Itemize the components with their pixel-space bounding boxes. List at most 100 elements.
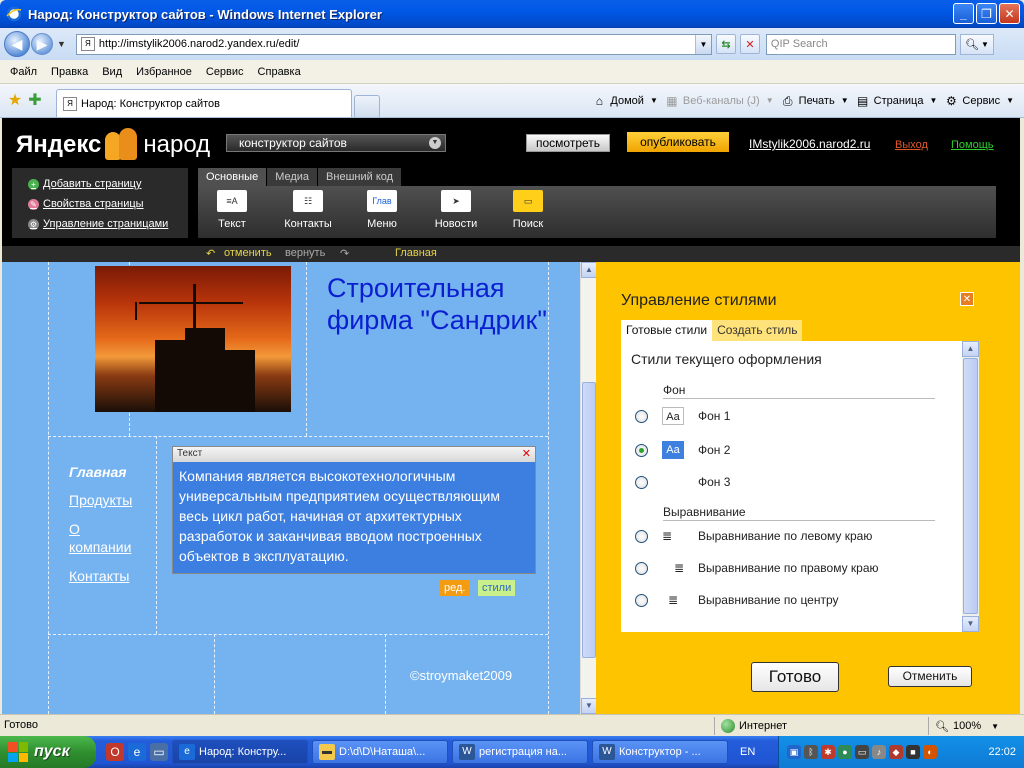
home-dropdown-icon[interactable]: ▼ (650, 96, 658, 105)
favorites-star-icon[interactable]: ★ (6, 92, 24, 110)
forward-button[interactable]: ▶ (31, 33, 53, 55)
help-link[interactable]: Помощь (951, 139, 994, 151)
radio-align-center[interactable] (635, 593, 648, 607)
menu-favorites[interactable]: Избранное (136, 66, 192, 78)
menu-tools[interactable]: Сервис (206, 66, 244, 78)
tool-news[interactable]: ➤ Новости (426, 190, 486, 230)
tool-menu[interactable]: Глав Меню (352, 190, 412, 230)
yandex-narod-logo[interactable]: Яндекс народ (16, 128, 210, 162)
refresh-button[interactable]: ⇆ (715, 34, 736, 54)
menu-view[interactable]: Вид (102, 66, 122, 78)
style-scroll-down-icon[interactable]: ▼ (962, 616, 979, 632)
undo-button[interactable]: отменить (224, 247, 272, 259)
ie-quicklaunch-icon[interactable]: e (128, 743, 146, 761)
url-dropdown-icon[interactable]: ▼ (694, 34, 711, 54)
volume-icon[interactable]: ♪ (872, 745, 886, 759)
back-button[interactable]: ◀ (4, 31, 30, 57)
panel-close-icon[interactable]: ✕ (960, 292, 974, 306)
taskbar-item-folder[interactable]: ▬ D:\d\D\Наташа\... (312, 740, 448, 764)
text-widget[interactable]: Текст ✕ Компания является высокотехнолог… (172, 446, 536, 574)
publish-button[interactable]: опубликовать (627, 132, 729, 152)
feeds-dropdown-icon[interactable]: ▼ (766, 96, 774, 105)
text-widget-body[interactable]: Компания является высокотехнологичным ун… (173, 462, 535, 573)
tab-basic[interactable]: Основные (198, 168, 268, 186)
edit-widget-button[interactable]: ред. (440, 580, 470, 596)
tray-misc-icon[interactable]: ■ (906, 745, 920, 759)
language-indicator[interactable]: EN (740, 746, 755, 758)
menu-help[interactable]: Справка (258, 66, 301, 78)
minimize-button[interactable]: _ (953, 3, 974, 24)
align-option-right[interactable]: ≣ Выравнивание по правому краю (635, 561, 879, 575)
taskbar-item-word2[interactable]: W Конструктор - ... (592, 740, 728, 764)
site-nav-about[interactable]: О компании (69, 520, 139, 556)
tab-ready-styles[interactable]: Готовые стили (621, 320, 713, 341)
widget-styles-button[interactable]: стили (478, 580, 516, 596)
bg-option-2[interactable]: Aa Фон 2 (635, 441, 730, 459)
tab-media[interactable]: Медиа (267, 168, 319, 186)
canvas-scrollbar[interactable]: ▲ ▼ (580, 262, 597, 714)
menu-edit[interactable]: Правка (51, 66, 88, 78)
constructor-select[interactable]: конструктор сайтов ▼ (226, 134, 446, 152)
security-zone[interactable]: Интернет (714, 717, 914, 735)
redo-button[interactable]: вернуть (285, 247, 325, 259)
bluetooth-icon[interactable]: ᛒ (804, 745, 818, 759)
print-dropdown-icon[interactable]: ▼ (841, 96, 849, 105)
tools-dropdown-icon[interactable]: ▼ (1006, 96, 1014, 105)
search-input[interactable]: QIP Search (765, 33, 956, 55)
tool-text[interactable]: ≡A Текст (202, 190, 262, 230)
radio-align-left[interactable] (635, 529, 648, 543)
bg-option-1[interactable]: Aa Фон 1 (635, 407, 730, 425)
feeds-button[interactable]: ▦ Веб-каналы (J) ▼ (664, 94, 774, 108)
scroll-up-icon[interactable]: ▲ (581, 262, 597, 278)
opera-icon[interactable]: O (106, 743, 124, 761)
desktop-icon[interactable]: ▭ (150, 743, 168, 761)
security-shield-icon[interactable]: ◐ (923, 745, 937, 759)
align-option-center[interactable]: ≣ Выравнивание по центру (635, 593, 839, 607)
tool-contacts[interactable]: ☷ Контакты (278, 190, 338, 230)
url-field[interactable]: Я http://imstylik2006.narod2.yandex.ru/e… (75, 33, 712, 55)
site-nav-products[interactable]: Продукты (69, 492, 139, 508)
tool-search[interactable]: ▭ Поиск (498, 190, 558, 230)
view-button[interactable]: посмотреть (526, 134, 610, 152)
tab-create-style[interactable]: Создать стиль (712, 320, 803, 341)
zoom-control[interactable]: 🔍︎ 100% ▼ (928, 717, 1018, 735)
tray-app-icon[interactable]: ✱ (821, 745, 835, 759)
site-nav-home[interactable]: Главная (69, 464, 139, 480)
site-title[interactable]: Строительная фирма "Сандрик" (327, 272, 547, 336)
stop-button[interactable]: ✕ (739, 34, 760, 54)
header-photo[interactable] (95, 266, 291, 412)
radio-bg-3[interactable] (635, 475, 648, 489)
radio-align-right[interactable] (635, 561, 648, 575)
radio-bg-2[interactable] (635, 443, 648, 457)
network-icon[interactable]: ▣ (787, 745, 801, 759)
print-button[interactable]: ⎙ Печать ▼ (780, 94, 849, 108)
widget-close-icon[interactable]: ✕ (522, 447, 531, 461)
monitor-icon[interactable]: ▭ (855, 745, 869, 759)
search-button[interactable]: 🔍︎ ▼ (959, 33, 994, 55)
bg-option-3[interactable]: Фон 3 (635, 473, 730, 491)
add-page-link[interactable]: + Добавить страницу (28, 178, 141, 190)
logout-link[interactable]: Выход (895, 139, 928, 151)
antivirus-icon[interactable]: ◆ (889, 745, 903, 759)
site-link[interactable]: IMstylik2006.narod2.ru (749, 137, 870, 151)
close-button[interactable]: ✕ (999, 3, 1020, 24)
page-dropdown-icon[interactable]: ▼ (929, 96, 937, 105)
add-favorites-icon[interactable]: ✚ (26, 92, 44, 110)
page-menu-button[interactable]: ▤ Страница ▼ (855, 94, 937, 108)
browser-tab-active[interactable]: Я Народ: Конструктор сайтов (56, 89, 352, 117)
new-tab-button[interactable] (354, 95, 380, 117)
tab-external-code[interactable]: Внешний код (318, 168, 403, 186)
style-box-scrollbar[interactable]: ▲ ▼ (962, 341, 979, 632)
align-option-left[interactable]: ≣ Выравнивание по левому краю (635, 529, 872, 543)
history-dropdown-icon[interactable]: ▼ (57, 39, 66, 49)
scroll-thumb[interactable] (582, 382, 596, 658)
taskbar-item-ie[interactable]: e Народ: Констру... (172, 740, 308, 764)
done-button[interactable]: Готово (751, 662, 839, 692)
qip-icon[interactable]: ● (838, 745, 852, 759)
scroll-down-icon[interactable]: ▼ (581, 698, 597, 714)
maximize-button[interactable]: ❐ (976, 3, 997, 24)
start-button[interactable]: пуск (0, 736, 96, 768)
taskbar-item-word1[interactable]: W регистрация на... (452, 740, 588, 764)
cancel-button[interactable]: Отменить (888, 666, 972, 687)
menu-file[interactable]: Файл (10, 66, 37, 78)
